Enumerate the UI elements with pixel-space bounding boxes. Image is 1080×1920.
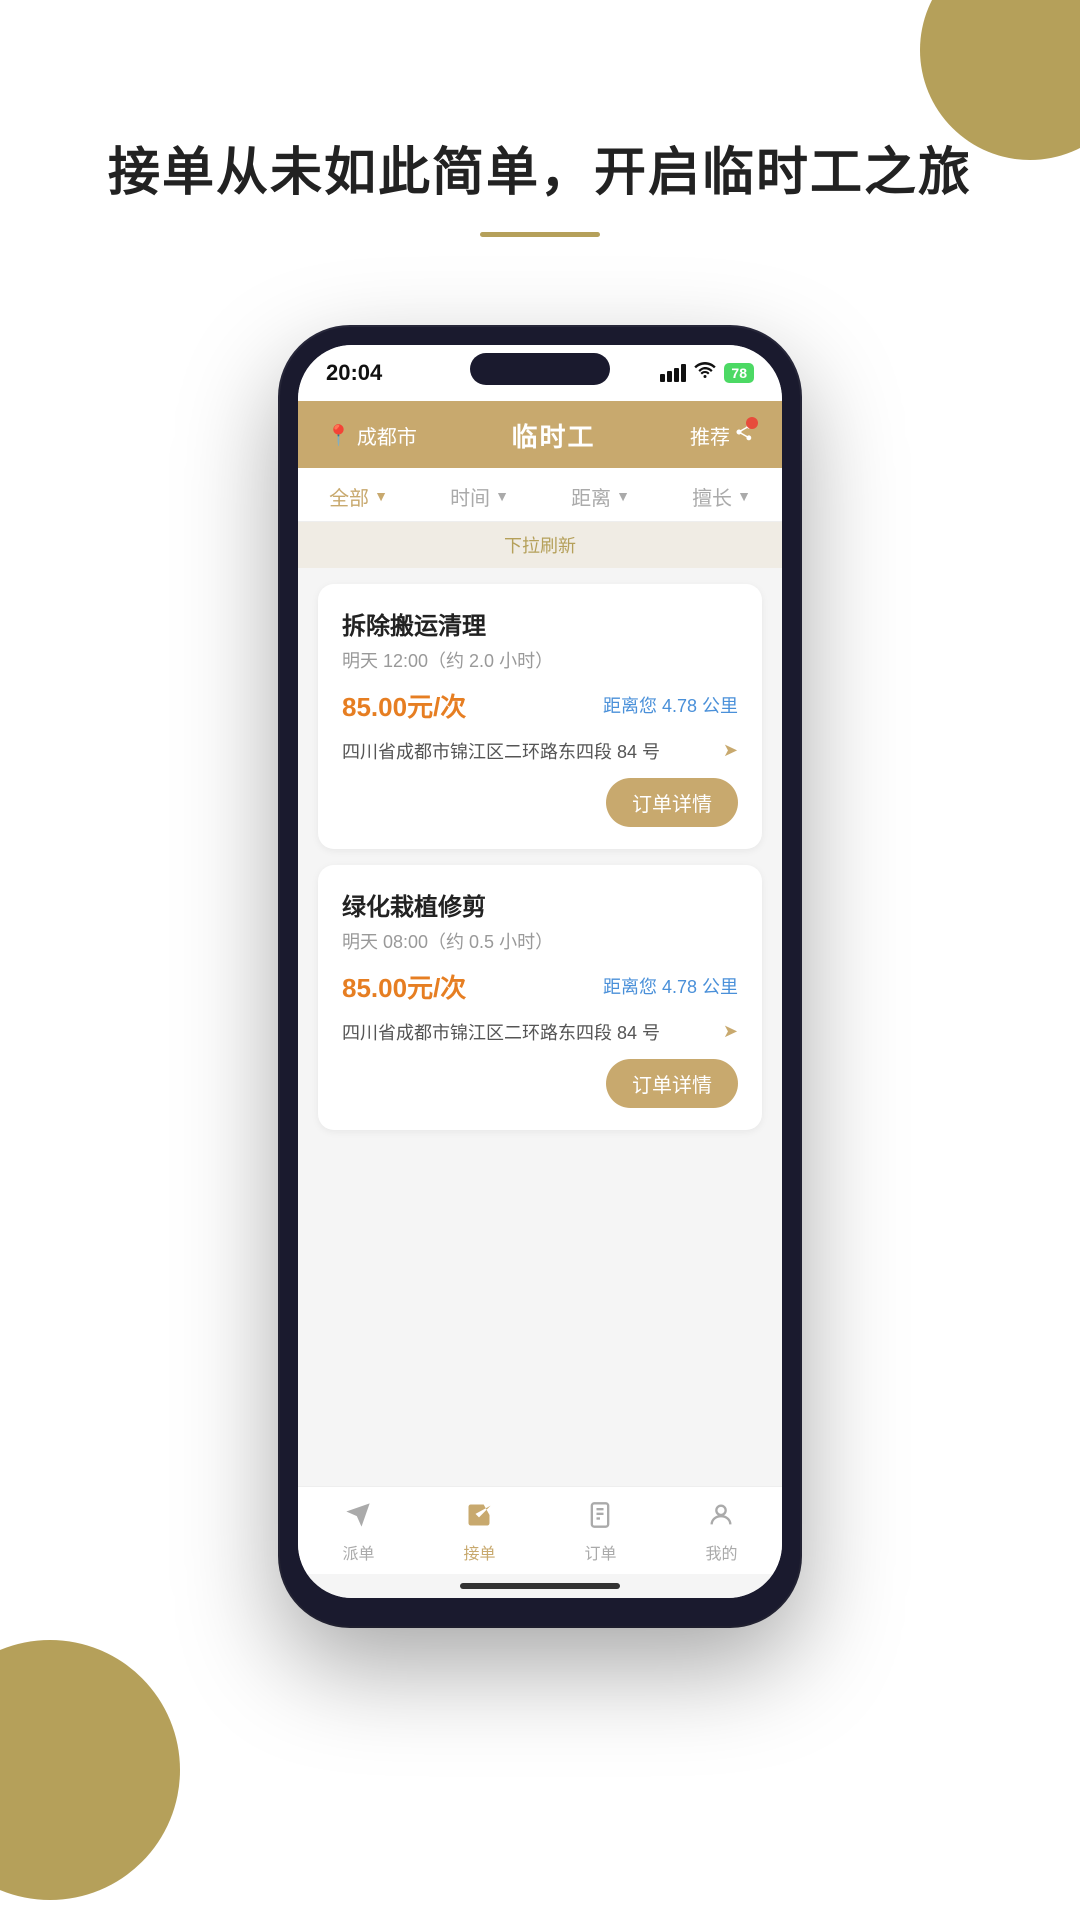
headline-area: 接单从未如此简单，开启临时工之旅 [0, 0, 1080, 267]
empty-content-area [298, 1146, 782, 1486]
phone-screen: 20:04 78 📍 [298, 345, 782, 1598]
chevron-down-icon-all: ▼ [374, 488, 388, 504]
order-card-1: 拆除搬运清理 明天 12:00（约 2.0 小时） 85.00元/次 距离您 4… [318, 584, 762, 849]
wifi-icon [694, 362, 716, 383]
notch [470, 353, 610, 385]
status-icons: 78 [660, 362, 754, 383]
order-price-1: 85.00元/次 [342, 687, 466, 724]
order-address-2: 四川省成都市锦江区二环路东四段 84 号 [342, 1019, 660, 1045]
home-bar [298, 1574, 782, 1598]
filter-time-label: 时间 [450, 482, 490, 511]
home-bar-line [460, 1583, 620, 1589]
chevron-down-icon-distance: ▼ [616, 488, 630, 504]
app-title: 临时工 [511, 417, 595, 454]
nav-item-accept[interactable]: 接单 [463, 1501, 495, 1564]
navigate-icon-2: ➤ [723, 1021, 738, 1042]
order-price-2: 85.00元/次 [342, 968, 466, 1005]
order-card-2: 绿化栽植修剪 明天 08:00（约 0.5 小时） 85.00元/次 距离您 4… [318, 865, 762, 1130]
city-label: 成都市 [357, 421, 417, 450]
nav-orders-label: 订单 [584, 1540, 616, 1564]
filter-all-label: 全部 [329, 482, 369, 511]
deco-circle-bottom-left [0, 1640, 180, 1900]
profile-icon [707, 1501, 735, 1536]
filter-bar: 全部 ▼ 时间 ▼ 距离 ▼ 擅长 ▼ [298, 468, 782, 522]
order-address-row-1: 四川省成都市锦江区二环路东四段 84 号 ➤ [342, 738, 738, 764]
bottom-nav: 派单 接单 订单 我的 [298, 1486, 782, 1574]
signal-bar-2 [667, 371, 672, 382]
order-address-1: 四川省成都市锦江区二环路东四段 84 号 [342, 738, 660, 764]
orders-list: 拆除搬运清理 明天 12:00（约 2.0 小时） 85.00元/次 距离您 4… [298, 568, 782, 1146]
accept-icon [465, 1501, 493, 1536]
notification-dot [746, 417, 758, 429]
order-time-1: 明天 12:00（约 2.0 小时） [342, 647, 738, 673]
phone-mockup: 20:04 78 📍 [280, 327, 800, 1626]
status-time: 20:04 [326, 360, 382, 386]
order-detail-btn-1[interactable]: 订单详情 [606, 778, 738, 827]
status-bar: 20:04 78 [298, 345, 782, 401]
filter-distance-label: 距离 [571, 482, 611, 511]
order-price-row-2: 85.00元/次 距离您 4.78 公里 [342, 968, 738, 1005]
location-pin-icon: 📍 [326, 423, 351, 448]
chevron-down-icon-time: ▼ [495, 488, 509, 504]
nav-accept-label: 接单 [463, 1540, 495, 1564]
order-distance-1: 距离您 4.78 公里 [603, 692, 738, 718]
phone-wrapper: 20:04 78 📍 [0, 327, 1080, 1626]
app-header: 📍 成都市 临时工 推荐 [298, 401, 782, 468]
dispatch-icon [344, 1501, 372, 1536]
order-address-row-2: 四川省成都市锦江区二环路东四段 84 号 ➤ [342, 1019, 738, 1045]
orders-icon [586, 1501, 614, 1536]
headline-underline [480, 232, 600, 237]
order-title-1: 拆除搬运清理 [342, 606, 738, 641]
nav-dispatch-label: 派单 [342, 1540, 374, 1564]
filter-skill-label: 擅长 [692, 482, 732, 511]
order-detail-btn-2[interactable]: 订单详情 [606, 1059, 738, 1108]
pull-refresh-hint: 下拉刷新 [298, 522, 782, 568]
filter-skill[interactable]: 擅长 ▼ [692, 482, 751, 511]
recommend-button[interactable]: 推荐 [690, 421, 754, 450]
signal-bar-3 [674, 368, 679, 382]
battery-badge: 78 [724, 363, 754, 383]
nav-profile-label: 我的 [705, 1540, 737, 1564]
headline-text: 接单从未如此简单，开启临时工之旅 [0, 140, 1080, 208]
pull-refresh-text: 下拉刷新 [504, 536, 576, 556]
signal-bar-1 [660, 374, 665, 382]
order-price-row-1: 85.00元/次 距离您 4.78 公里 [342, 687, 738, 724]
nav-item-orders[interactable]: 订单 [584, 1501, 616, 1564]
nav-item-dispatch[interactable]: 派单 [342, 1501, 374, 1564]
signal-bar-4 [681, 364, 686, 382]
order-distance-2: 距离您 4.78 公里 [603, 973, 738, 999]
location-area[interactable]: 📍 成都市 [326, 421, 417, 450]
navigate-icon-1: ➤ [723, 740, 738, 761]
chevron-down-icon-skill: ▼ [737, 488, 751, 504]
filter-all[interactable]: 全部 ▼ [329, 482, 388, 511]
nav-item-profile[interactable]: 我的 [705, 1501, 737, 1564]
signal-icon [660, 364, 686, 382]
filter-distance[interactable]: 距离 ▼ [571, 482, 630, 511]
order-time-2: 明天 08:00（约 0.5 小时） [342, 928, 738, 954]
filter-time[interactable]: 时间 ▼ [450, 482, 509, 511]
order-title-2: 绿化栽植修剪 [342, 887, 738, 922]
recommend-label: 推荐 [690, 421, 730, 450]
